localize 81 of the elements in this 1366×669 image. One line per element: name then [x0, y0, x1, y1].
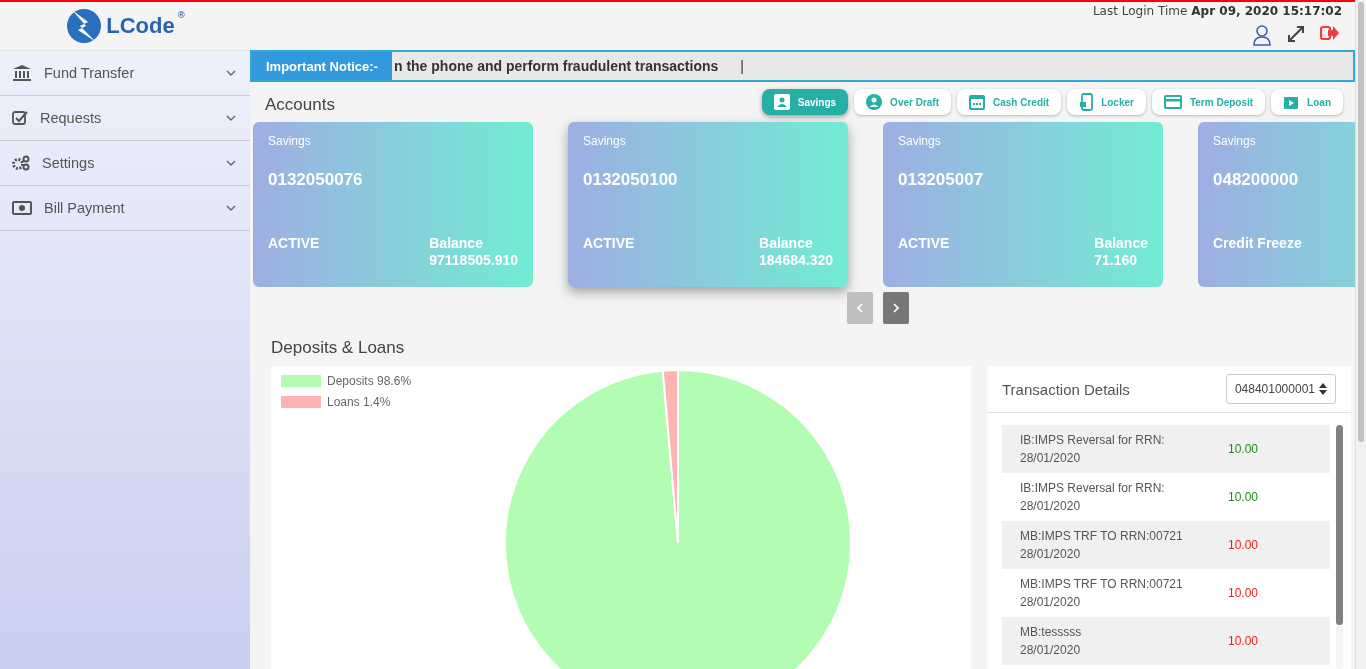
logout-icon[interactable]: [1320, 24, 1340, 42]
person-icon: [773, 94, 790, 110]
panel-title: Transaction Details: [1002, 380, 1130, 398]
account-type: Savings: [268, 134, 312, 148]
transaction-description: MB:IMPS TRF TO RRN:00721: [1020, 528, 1184, 545]
banknote-icon: [12, 201, 32, 215]
account-number: 013205007: [898, 170, 985, 190]
logo-text: LCode: [106, 13, 175, 39]
account-status: ACTIVE: [583, 235, 635, 251]
transaction-description: MB:tesssss: [1020, 624, 1083, 641]
account-type-tab[interactable]: Loan: [1271, 89, 1343, 115]
account-type: Savings: [898, 134, 942, 148]
account-type-tab[interactable]: Savings: [761, 89, 849, 115]
transaction-amount: 10.00: [1228, 490, 1259, 504]
account-number: 0132050076: [268, 170, 364, 190]
checkbox-icon: [12, 110, 28, 126]
balance-amount: 71.160: [1094, 252, 1139, 269]
account-type-tab[interactable]: Cash Credit: [957, 89, 1062, 115]
account-type-tab[interactable]: Locker: [1067, 89, 1146, 115]
calendar-icon: [969, 94, 985, 110]
account-select[interactable]: 048401000001: [1225, 374, 1336, 404]
scrollbar[interactable]: [1336, 425, 1343, 669]
transaction-amount: 10.00: [1228, 586, 1259, 600]
legend-label: Loans 1.4%: [327, 395, 391, 409]
transaction-description: IB:IMPS Reversal for RRN:: [1020, 432, 1166, 449]
account-type-tab[interactable]: Term Deposit: [1151, 89, 1266, 115]
account-number: 0132050100: [583, 170, 679, 190]
last-login-time: Apr 09, 2020 15:17:02: [1191, 4, 1342, 18]
chevron-icon: [226, 115, 236, 121]
account-card[interactable]: Savings 0132050100 ACTIVE Balance 184684.320: [568, 122, 848, 287]
account-status: Credit Freeze: [1213, 235, 1302, 251]
chevron-icon: [226, 70, 236, 76]
phone-lock-icon: [1079, 93, 1094, 111]
balance-amount: 184684.320: [759, 252, 833, 269]
sidebar-item[interactable]: Bill Payment: [0, 186, 250, 231]
account-type: Savings: [1213, 134, 1257, 148]
notice-separator: |: [740, 58, 744, 74]
transaction-amount: 10.00: [1228, 634, 1259, 648]
balance-label: Balance: [1094, 235, 1148, 252]
account-card[interactable]: Savings 013205007 ACTIVE Balance 71.160: [883, 122, 1163, 287]
transaction-date: 28/01/2020: [1020, 594, 1082, 611]
account-status: ACTIVE: [268, 235, 320, 251]
section-title: Accounts: [265, 95, 335, 115]
card-icon: [1163, 95, 1182, 109]
legend-label: Deposits 98.6%: [327, 374, 412, 388]
chevron-icon: [226, 205, 236, 211]
transaction-date: 28/01/2020: [1020, 546, 1082, 563]
account-card[interactable]: Savings 0132050076 ACTIVE Balance 97118505.910: [253, 122, 533, 287]
account-type-tab[interactable]: Over Draft: [854, 89, 951, 115]
section-title: Deposits & Loans: [271, 338, 406, 358]
transaction-date: 28/01/2020: [1020, 642, 1082, 659]
sort-caret-icon: [1319, 383, 1327, 395]
account-status: ACTIVE: [898, 235, 950, 251]
account-number: 048200000: [1213, 170, 1300, 190]
transaction-amount: 10.00: [1228, 538, 1259, 552]
next-button[interactable]: [882, 292, 909, 324]
chevron-icon: [226, 160, 236, 166]
sidebar-item[interactable]: Fund Transfer: [0, 51, 250, 96]
registered-mark: ®: [176, 10, 186, 20]
balance-label: Balance: [429, 235, 484, 252]
account-type: Savings: [583, 134, 627, 148]
chevron-right-icon: [892, 303, 899, 313]
user-icon[interactable]: [1252, 24, 1272, 46]
notice-text: n the phone and perform fraudulent transactions: [392, 58, 719, 74]
sidebar-item[interactable]: Settings: [0, 141, 250, 186]
account-card[interactable]: Savings 048200000 Credit Freeze: [1198, 122, 1355, 287]
notice-label: Important Notice:-: [252, 52, 392, 80]
balance-amount: 97118505.910: [429, 252, 518, 269]
transaction-amount: 10.00: [1228, 442, 1259, 456]
transaction-date: 28/01/2020: [1020, 450, 1082, 467]
transaction-description: IB:IMPS Reversal for RRN:: [1020, 480, 1166, 497]
chevron-left-icon: [856, 303, 863, 313]
transaction-description: MB:IMPS TRF TO RRN:00721: [1020, 576, 1184, 593]
expand-icon[interactable]: [1286, 24, 1306, 44]
transaction-date: 28/01/2020: [1020, 498, 1082, 515]
balance-label: Balance: [759, 235, 814, 252]
gears-icon: [12, 155, 30, 171]
last-login-label: Last Login Time: [1092, 4, 1188, 18]
bank-icon: [12, 64, 32, 82]
user-circle-icon: [866, 94, 883, 110]
sidebar-item[interactable]: Requests: [0, 96, 250, 141]
